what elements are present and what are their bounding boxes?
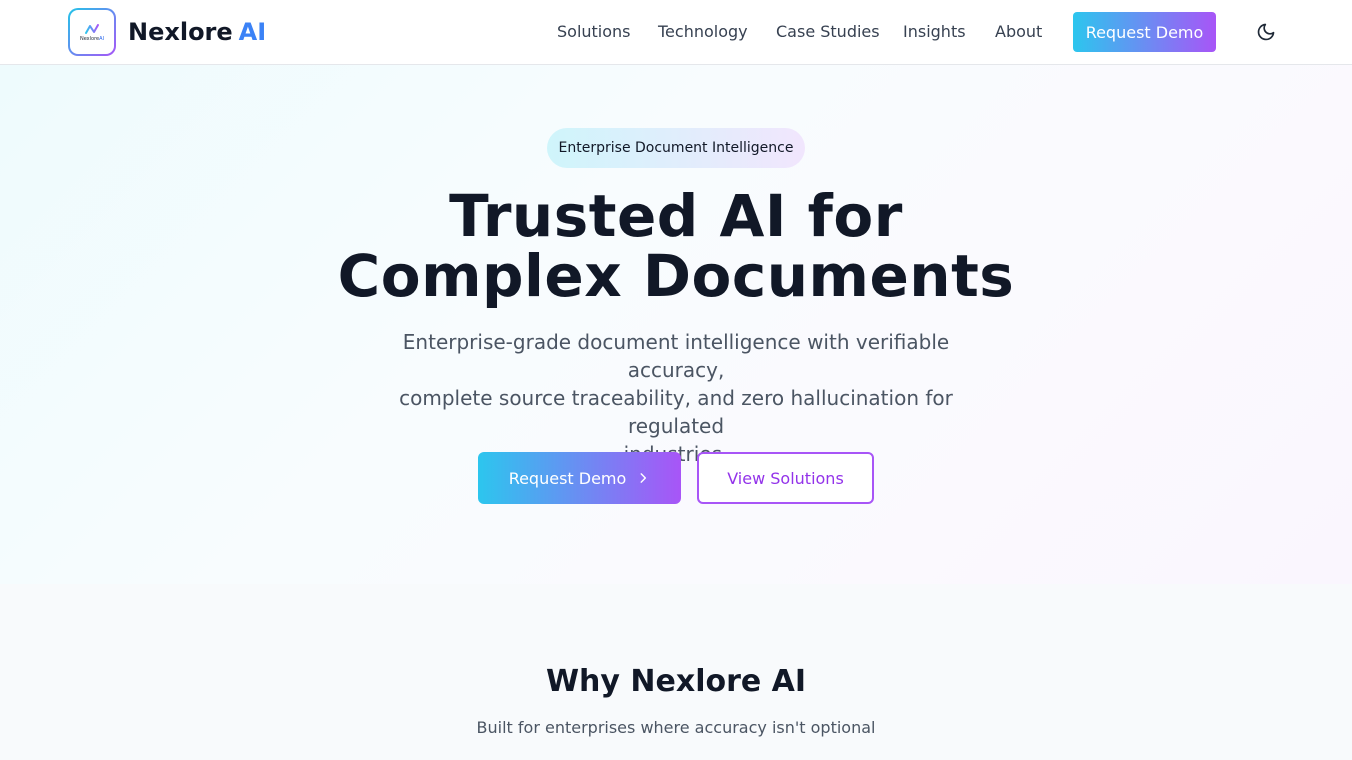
why-title: Why Nexlore AI [545,664,807,699]
brand-name-accent: AI [238,18,267,46]
header-request-demo-button[interactable]: Request Demo [1073,12,1216,52]
why-section: Why Nexlore AI Built for enterprises whe… [0,584,1352,760]
nav-technology[interactable]: Technology [658,20,748,44]
hero-title-line: Trusted AI for [449,182,903,250]
logo-mark-icon [85,23,99,34]
hero-subtitle-line: Enterprise-grade document intelligence w… [402,330,950,382]
logo-inner: NexloreAI [70,10,114,54]
view-solutions-button[interactable]: View Solutions [697,452,874,504]
nav-solutions[interactable]: Solutions [557,20,631,44]
logo[interactable]: NexloreAI [68,8,116,56]
brand-name[interactable]: Nexlore AI [128,15,266,49]
hero-subtitle: Enterprise-grade document intelligence w… [356,328,996,468]
hero-request-demo-button[interactable]: Request Demo [478,452,681,504]
theme-toggle-button[interactable] [1254,20,1278,44]
site-header: NexloreAI Nexlore AI Solutions Technology… [0,0,1352,65]
hero-section: Enterprise Document Intelligence Trusted… [0,65,1352,584]
hero-title-line: Complex Documents [337,242,1015,310]
hero-subtitle-line: complete source traceability, and zero h… [399,386,953,438]
chevron-right-icon [640,473,647,483]
nav-insights[interactable]: Insights [903,20,966,44]
brand-name-text: Nexlore [128,18,233,46]
nav-case-studies[interactable]: Case Studies [776,20,880,44]
why-subtitle: Built for enterprises where accuracy isn… [476,718,876,737]
nav-about[interactable]: About [995,20,1042,44]
hero-request-demo-label: Request Demo [508,468,627,488]
hero-title: Trusted AI for Complex Documents [276,186,1076,306]
logo-mini-text: NexloreAI [79,35,105,42]
moon-icon [1257,23,1275,41]
hero-badge: Enterprise Document Intelligence [547,128,805,168]
